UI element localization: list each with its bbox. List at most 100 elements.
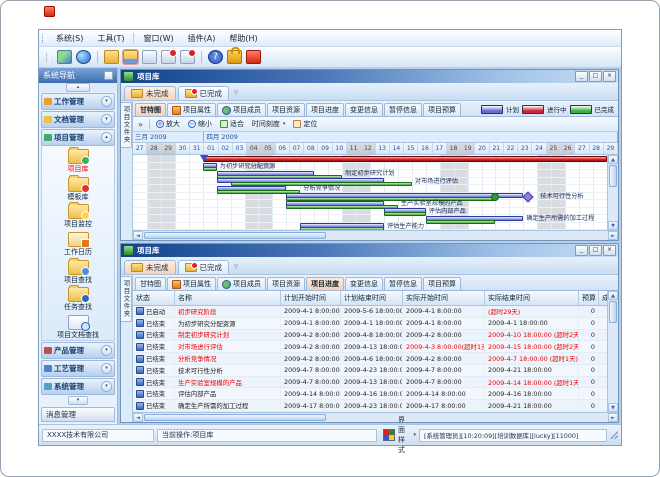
- mail-alert2-icon[interactable]: [180, 50, 195, 64]
- tab-message-management[interactable]: 消息管理: [41, 407, 115, 422]
- scroll-up-arrow[interactable]: ▲: [608, 291, 618, 300]
- gantt-bar-done[interactable]: [384, 212, 426, 216]
- column-header[interactable]: 实际开始时间: [403, 291, 485, 305]
- resize-grip[interactable]: [610, 431, 618, 439]
- sidebar-section[interactable]: 系统管理▾: [41, 378, 115, 395]
- system-icon[interactable]: [57, 50, 72, 64]
- toolbar-button[interactable]: −缩小: [186, 119, 214, 129]
- sidebar-item[interactable]: 工作日历: [42, 231, 114, 258]
- chevron-down-icon[interactable]: ▾: [101, 114, 112, 125]
- vertical-scrollbar[interactable]: ▲▼: [607, 155, 618, 230]
- toolbar-button[interactable]: 时间刻度▾: [250, 119, 288, 129]
- table-row[interactable]: 已结束生产实验室规模的产品2009-4-7 8:00:002009-4-13 1…: [133, 377, 607, 389]
- scroll-left-arrow[interactable]: ◄: [133, 413, 143, 422]
- column-header[interactable]: 实际结束时间: [485, 291, 579, 305]
- scroll-thumb[interactable]: [609, 165, 617, 187]
- overflow-chevron-icon[interactable]: ▾: [68, 396, 88, 405]
- scroll-left-arrow[interactable]: ◄: [133, 231, 143, 240]
- folder-icon[interactable]: [104, 50, 119, 64]
- locate-button[interactable]: 定位: [291, 119, 319, 129]
- menu-item[interactable]: 插件(A): [181, 33, 223, 44]
- column-header[interactable]: 状态: [133, 291, 175, 305]
- scroll-down-arrow[interactable]: ▼: [608, 403, 618, 412]
- sidebar-section[interactable]: 文档管理▾: [41, 111, 115, 128]
- tab-item[interactable]: 项目预算: [423, 277, 461, 290]
- ui-style-button[interactable]: 界面样式 ▾: [398, 415, 416, 455]
- style-palette-icon[interactable]: [383, 429, 395, 441]
- tab-item[interactable]: 甘特图: [135, 277, 166, 290]
- tab-item[interactable]: 项目资源: [267, 277, 305, 290]
- tab-item[interactable]: 项目属性: [167, 103, 216, 116]
- tab-item[interactable]: 项目成员: [217, 103, 266, 116]
- tab-selected[interactable]: 甘特图: [135, 103, 166, 116]
- lock-icon[interactable]: [227, 50, 242, 64]
- collapse-button[interactable]: ▴: [66, 83, 90, 92]
- tab-item[interactable]: 项目预算: [423, 103, 461, 116]
- tab-item[interactable]: 项目成员: [217, 277, 266, 290]
- table-row[interactable]: 已启动初步研究阶段2009-4-1 8:00:002009-5-6 18:00:…: [133, 306, 607, 318]
- sidebar-item[interactable]: 项目库: [42, 148, 114, 175]
- minimize-button[interactable]: _: [575, 245, 588, 256]
- table-row[interactable]: 已结束为初步研究分配资源2009-4-1 8:00:002009-4-1 18:…: [133, 318, 607, 330]
- sidebar-item[interactable]: 项目查找: [42, 258, 114, 285]
- scroll-thumb[interactable]: [144, 232, 326, 239]
- sidebar-section[interactable]: 产品管理▾: [41, 342, 115, 359]
- toolbar-button[interactable]: 适合: [218, 119, 246, 129]
- gantt-bar-inprogress[interactable]: [203, 156, 607, 162]
- help-icon[interactable]: ?: [208, 50, 223, 64]
- toolbar-overflow-button[interactable]: »: [136, 120, 145, 129]
- close-button[interactable]: ×: [603, 71, 616, 82]
- scroll-thumb[interactable]: [144, 414, 326, 421]
- gantt-bar-done[interactable]: [426, 220, 496, 224]
- chevron-down-icon[interactable]: ▾: [101, 345, 112, 356]
- minimize-button[interactable]: _: [575, 71, 588, 82]
- tab-item[interactable]: 暂停信息: [384, 277, 422, 290]
- folder-tab[interactable]: 已完成: [178, 260, 230, 274]
- chevron-down-icon[interactable]: ▾: [101, 381, 112, 392]
- table-row[interactable]: 已结束技术可行性分析2009-4-7 8:00:002009-4-23 18:0…: [133, 365, 607, 377]
- scroll-right-arrow[interactable]: ►: [608, 231, 618, 240]
- tab-item[interactable]: 暂停信息: [384, 103, 422, 116]
- maximize-button[interactable]: □: [589, 71, 602, 82]
- tab-item[interactable]: 项目属性: [167, 277, 216, 290]
- exit-icon[interactable]: [246, 50, 261, 64]
- folder-tab[interactable]: 未完成: [124, 260, 176, 274]
- tab-overflow-button[interactable]: ▽: [234, 264, 238, 270]
- maximize-button[interactable]: □: [589, 245, 602, 256]
- gantt-bar-done[interactable]: [286, 205, 398, 209]
- sidebar-section[interactable]: 工作管理▾: [41, 93, 115, 110]
- scroll-down-arrow[interactable]: ▼: [608, 221, 618, 230]
- folder-save-icon[interactable]: [123, 50, 138, 64]
- menu-item[interactable]: 帮助(H): [222, 33, 264, 44]
- table-row[interactable]: 已结束分析竞争情况2009-4-2 8:00:002009-4-6 18:00:…: [133, 353, 607, 365]
- tab-item[interactable]: 变更信息: [345, 277, 383, 290]
- scroll-thumb[interactable]: [609, 301, 617, 323]
- scroll-right-arrow[interactable]: ►: [608, 413, 618, 422]
- table-row[interactable]: 已结束制定初步研究计划2009-4-2 8:00:002009-4-8 18:0…: [133, 330, 607, 342]
- menu-item[interactable]: 系统(S): [49, 33, 90, 44]
- column-header[interactable]: 计划结束时间: [341, 291, 403, 305]
- web-icon[interactable]: [76, 50, 91, 64]
- tab-item[interactable]: 项目进度: [306, 103, 344, 116]
- sidebar-item[interactable]: 任务查找: [42, 286, 114, 313]
- desktop-shortcut-icon[interactable]: [44, 6, 55, 17]
- sidebar-item[interactable]: 项目文档查找: [42, 313, 114, 340]
- menu-item[interactable]: 工具(T): [90, 33, 131, 44]
- side-tab-project-folder[interactable]: 项目文件夹: [121, 276, 132, 322]
- table-row[interactable]: 已结束评估内部产品2009-4-14 8:00:002009-4-16 18:0…: [133, 388, 607, 400]
- menu-item[interactable]: 窗口(W): [136, 33, 180, 44]
- folder-tab[interactable]: 未完成: [124, 86, 176, 100]
- gantt-bar-done[interactable]: [203, 167, 217, 171]
- sidebar-item[interactable]: 模板库: [42, 176, 114, 203]
- vertical-scrollbar[interactable]: ▲▼: [607, 291, 618, 412]
- sidebar-item[interactable]: 项目监控: [42, 203, 114, 230]
- tab-item[interactable]: 项目资源: [267, 103, 305, 116]
- column-header[interactable]: 名称: [175, 291, 281, 305]
- toolbar-button[interactable]: +放大: [154, 119, 182, 129]
- sidebar-section[interactable]: 工艺管理▾: [41, 360, 115, 377]
- pin-icon[interactable]: [104, 71, 113, 80]
- mail-alert-icon[interactable]: [161, 50, 176, 64]
- gantt-bar-done[interactable]: [300, 227, 384, 230]
- table-row[interactable]: 已结束确定生产所需的加工过程2009-4-17 8:00:002009-4-23…: [133, 400, 607, 412]
- column-header[interactable]: 计划开始时间: [281, 291, 341, 305]
